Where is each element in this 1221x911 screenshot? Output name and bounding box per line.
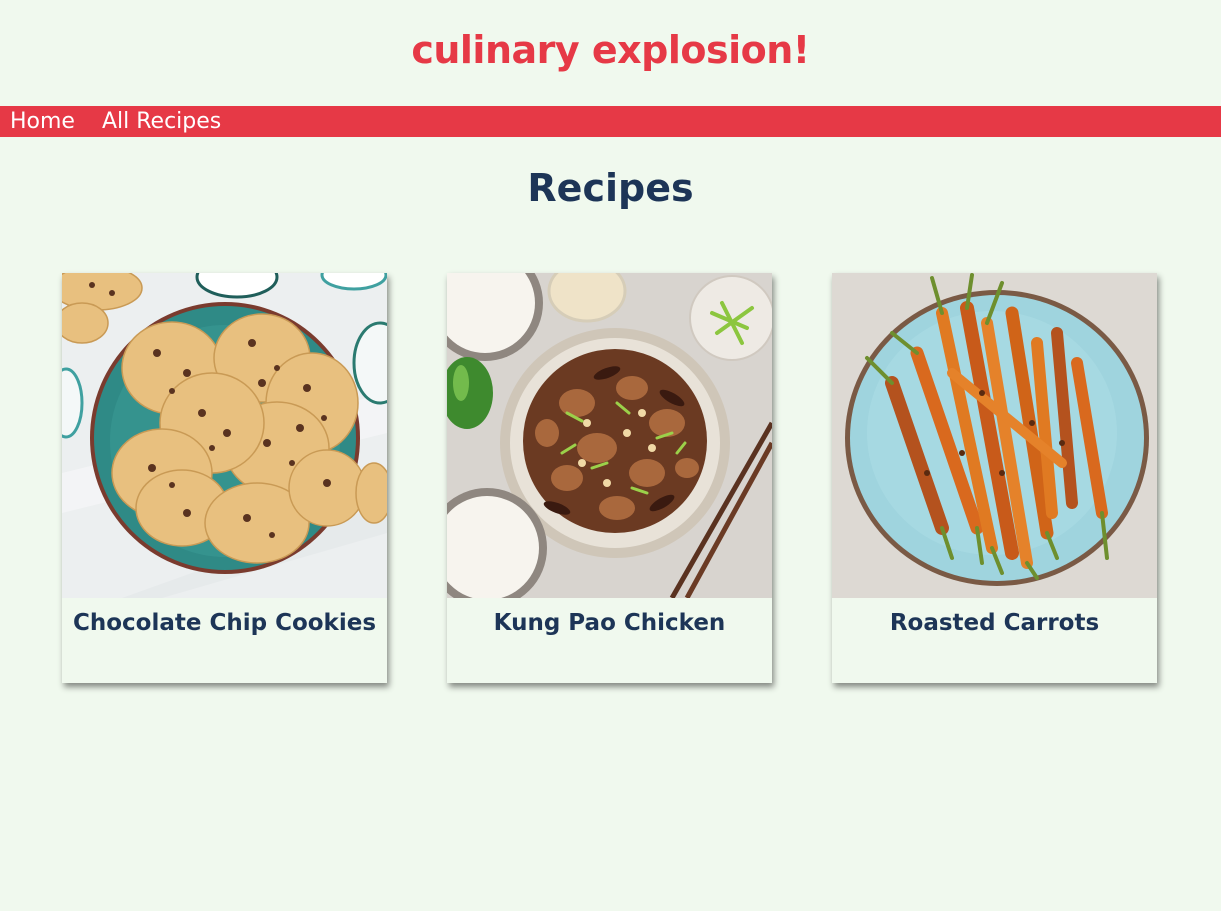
nav-bar: Home All Recipes xyxy=(0,106,1221,137)
recipe-card-title[interactable]: Kung Pao Chicken xyxy=(447,598,772,636)
recipe-card-kung-pao-chicken[interactable]: Kung Pao Chicken xyxy=(447,273,772,683)
cookies-photo[interactable] xyxy=(62,273,387,598)
recipe-card-roasted-carrots[interactable]: Roasted Carrots xyxy=(832,273,1157,683)
kung-pao-photo[interactable] xyxy=(447,273,772,598)
recipe-card-title[interactable]: Chocolate Chip Cookies xyxy=(62,598,387,636)
recipe-card-title[interactable]: Roasted Carrots xyxy=(832,598,1157,636)
nav-home-link[interactable]: Home xyxy=(10,106,75,137)
nav-all-recipes-link[interactable]: All Recipes xyxy=(102,106,221,137)
site-title: culinary explosion! xyxy=(411,28,810,72)
recipe-card-chocolate-chip-cookies[interactable]: Chocolate Chip Cookies xyxy=(62,273,387,683)
page-heading: Recipes xyxy=(527,166,694,210)
carrots-photo[interactable] xyxy=(832,273,1157,598)
